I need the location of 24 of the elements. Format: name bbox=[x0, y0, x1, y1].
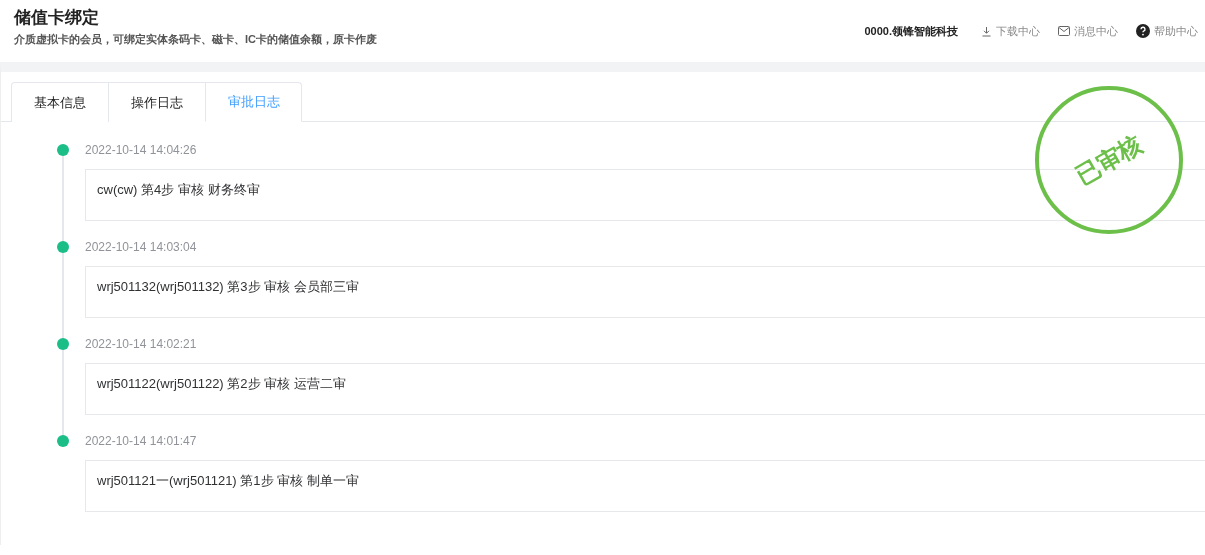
stamp-text: 已审核 bbox=[1069, 128, 1148, 192]
header-link[interactable]: 下载中心 bbox=[981, 23, 1040, 39]
header-link[interactable]: 帮助中心 bbox=[1136, 23, 1198, 39]
timeline-dot bbox=[57, 435, 69, 447]
timestamp: 2022-10-14 14:04:26 bbox=[85, 143, 197, 157]
company-name: 0000.领锋智能科技 bbox=[864, 23, 958, 39]
tab[interactable]: 审批日志 bbox=[205, 82, 302, 122]
timestamp: 2022-10-14 14:02:21 bbox=[85, 337, 197, 351]
timestamp: 2022-10-14 14:01:47 bbox=[85, 434, 197, 448]
timeline-dot bbox=[57, 338, 69, 350]
log-entry: wrj501132(wrj501132) 第3步 审核 会员部三审 bbox=[85, 266, 1205, 318]
help-icon bbox=[1136, 24, 1150, 38]
timeline-dot bbox=[57, 144, 69, 156]
header-link[interactable]: 消息中心 bbox=[1058, 23, 1118, 39]
log-entry: wrj501122(wrj501122) 第2步 审核 运营二审 bbox=[85, 363, 1205, 415]
download-icon bbox=[981, 25, 992, 37]
tab[interactable]: 基本信息 bbox=[11, 82, 108, 122]
page-title: 储值卡绑定 bbox=[14, 7, 100, 29]
page-subtitle: 介质虚拟卡的会员，可绑定实体条码卡、磁卡、IC卡的储值余额，原卡作废 bbox=[14, 32, 377, 47]
timestamp: 2022-10-14 14:03:04 bbox=[85, 240, 197, 254]
mail-icon bbox=[1058, 26, 1070, 36]
timeline-dot bbox=[57, 241, 69, 253]
log-entry: wrj501121一(wrj501121) 第1步 审核 制单一审 bbox=[85, 460, 1205, 512]
tab[interactable]: 操作日志 bbox=[108, 82, 205, 122]
